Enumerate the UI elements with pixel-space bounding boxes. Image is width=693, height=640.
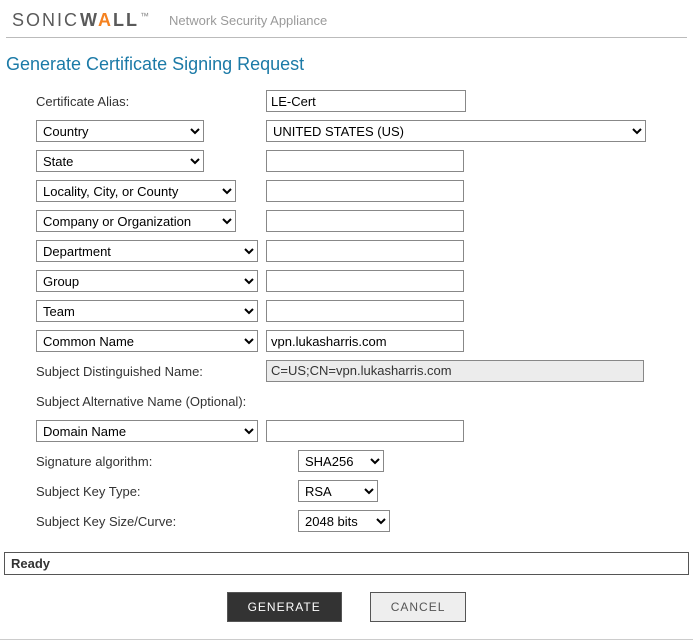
state-attr-select[interactable]: State: [36, 150, 204, 172]
key-type-label: Subject Key Type:: [36, 484, 141, 499]
csr-form: Certificate Alias: Country UNITED STATES…: [0, 89, 693, 533]
country-attr-select[interactable]: Country: [36, 120, 204, 142]
generate-button[interactable]: GENERATE: [227, 592, 342, 622]
status-bar: Ready: [4, 552, 689, 575]
page-title: Generate Certificate Signing Request: [0, 38, 693, 89]
sdn-label: Subject Distinguished Name:: [36, 364, 203, 379]
alias-input[interactable]: [266, 90, 466, 112]
key-type-select[interactable]: RSA: [298, 480, 378, 502]
country-value-select[interactable]: UNITED STATES (US): [266, 120, 646, 142]
logo-trademark: ™: [140, 11, 149, 21]
locality-attr-select[interactable]: Locality, City, or County: [36, 180, 236, 202]
sdn-readonly: C=US;CN=vpn.lukasharris.com: [266, 360, 644, 382]
header: SONIC WALL ™ Network Security Appliance: [0, 0, 693, 37]
team-input[interactable]: [266, 300, 464, 322]
common-name-attr-select[interactable]: Common Name: [36, 330, 258, 352]
department-input[interactable]: [266, 240, 464, 262]
department-attr-select[interactable]: Department: [36, 240, 258, 262]
logo-text-wall: WALL: [80, 10, 139, 31]
team-attr-select[interactable]: Team: [36, 300, 258, 322]
logo-text-sonic: SONIC: [12, 10, 79, 31]
san-label: Subject Alternative Name (Optional):: [36, 394, 246, 409]
san-type-select[interactable]: Domain Name: [36, 420, 258, 442]
group-input[interactable]: [266, 270, 464, 292]
header-subtitle: Network Security Appliance: [169, 13, 327, 28]
group-attr-select[interactable]: Group: [36, 270, 258, 292]
locality-input[interactable]: [266, 180, 464, 202]
cancel-button[interactable]: CANCEL: [370, 592, 467, 622]
sonicwall-logo: SONIC WALL ™: [12, 10, 149, 31]
sig-algo-select[interactable]: SHA256: [298, 450, 384, 472]
key-size-select[interactable]: 2048 bits: [298, 510, 390, 532]
sig-algo-label: Signature algorithm:: [36, 454, 152, 469]
san-input[interactable]: [266, 420, 464, 442]
key-size-label: Subject Key Size/Curve:: [36, 514, 176, 529]
state-input[interactable]: [266, 150, 464, 172]
company-input[interactable]: [266, 210, 464, 232]
company-attr-select[interactable]: Company or Organization: [36, 210, 236, 232]
alias-label: Certificate Alias:: [36, 94, 129, 109]
button-row: GENERATE CANCEL: [0, 592, 693, 622]
common-name-input[interactable]: [266, 330, 464, 352]
logo-swoosh-icon: A: [98, 10, 113, 30]
